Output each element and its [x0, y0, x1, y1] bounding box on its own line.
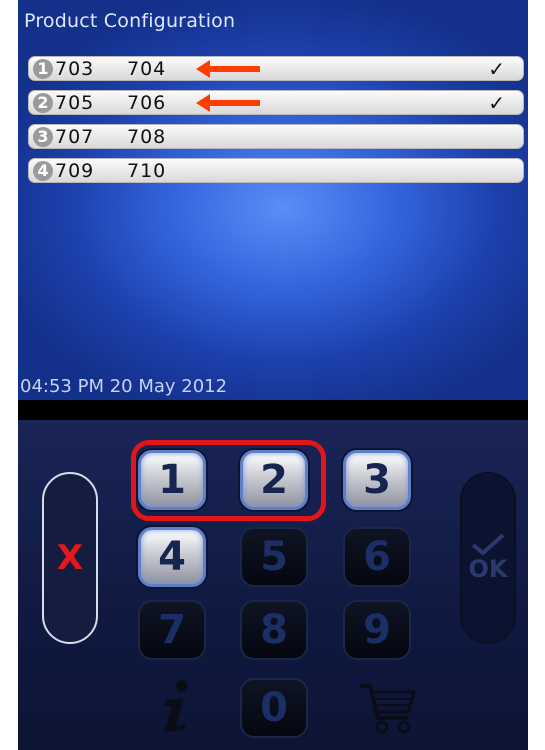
config-row-1[interactable]: 1 703 704 ✓ — [28, 56, 524, 81]
row-number-badge: 4 — [33, 161, 53, 181]
row-check: ✓ — [488, 91, 505, 115]
key-0[interactable]: 0 — [240, 678, 308, 738]
config-row-3[interactable]: 3 707 708 — [28, 124, 524, 149]
cart-icon[interactable] — [358, 682, 418, 734]
row-check: ✓ — [488, 57, 505, 81]
row-code-a: 707 — [55, 126, 95, 148]
row-code-b: 708 — [127, 126, 167, 148]
highlight-box — [131, 440, 326, 521]
cancel-button[interactable]: X — [42, 472, 98, 644]
info-icon[interactable] — [156, 678, 196, 734]
row-code-b: 706 — [127, 92, 167, 114]
cancel-x-icon: X — [56, 538, 84, 578]
ok-button[interactable]: OK — [460, 472, 516, 644]
key-6[interactable]: 6 — [343, 527, 411, 587]
row-code-a: 709 — [55, 160, 95, 182]
row-number-badge: 1 — [33, 59, 53, 79]
row-code-b: 704 — [127, 58, 167, 80]
config-row-2[interactable]: 2 705 706 ✓ — [28, 90, 524, 115]
screen-title: Product Configuration — [24, 10, 236, 32]
key-5[interactable]: 5 — [240, 527, 308, 587]
key-8[interactable]: 8 — [240, 600, 308, 660]
annotation-arrow-icon — [196, 94, 260, 112]
device: Product Configuration 1 703 704 ✓ 2 705 … — [18, 0, 528, 750]
row-code-a: 703 — [55, 58, 95, 80]
row-code-b: 710 — [127, 160, 167, 182]
row-number-badge: 3 — [33, 127, 53, 147]
checkmark-icon — [471, 533, 505, 555]
datetime-readout: 04:53 PM 20 May 2012 — [20, 376, 228, 397]
product-config-screen: Product Configuration 1 703 704 ✓ 2 705 … — [18, 0, 528, 400]
key-9[interactable]: 9 — [343, 600, 411, 660]
row-code-a: 705 — [55, 92, 95, 114]
config-row-4[interactable]: 4 709 710 — [28, 158, 524, 183]
key-3[interactable]: 3 — [343, 450, 411, 510]
row-number-badge: 2 — [33, 93, 53, 113]
annotation-arrow-icon — [196, 60, 260, 78]
key-7[interactable]: 7 — [138, 600, 206, 660]
key-4[interactable]: 4 — [138, 527, 206, 587]
ok-label: OK — [468, 555, 508, 583]
